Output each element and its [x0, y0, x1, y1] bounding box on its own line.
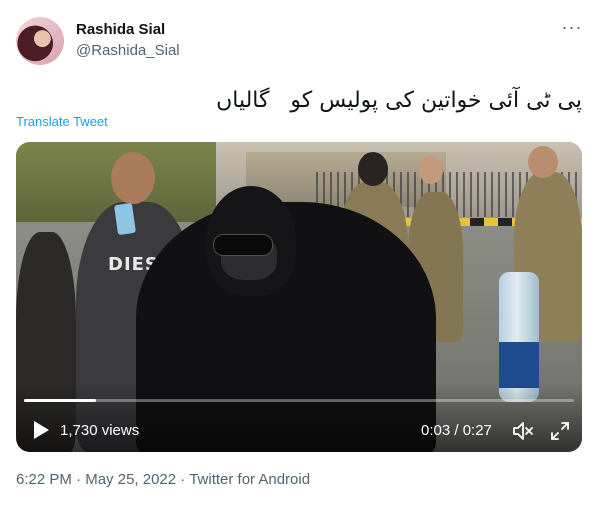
- more-options-icon[interactable]: ···: [558, 18, 586, 40]
- tweet-text: پی ٹی آئی خواتین کی پولیس کو گالیاں: [216, 88, 582, 113]
- video-player[interactable]: DIESEL 1,730 views 0:03 / 0:27: [16, 142, 582, 452]
- tweet-meta: 6:22 PM · May 25, 2022 · Twitter for And…: [16, 471, 310, 488]
- meta-separator: ·: [176, 471, 190, 488]
- view-count: 1,730 views: [60, 422, 140, 439]
- meta-separator: ·: [71, 471, 86, 488]
- play-icon[interactable]: [32, 420, 50, 440]
- fullscreen-icon[interactable]: [549, 420, 571, 442]
- tweet-date[interactable]: May 25, 2022: [85, 471, 176, 488]
- scene-sunglasses: [213, 234, 273, 256]
- translate-tweet-link[interactable]: Translate Tweet: [16, 114, 108, 129]
- tweet-time[interactable]: 6:22 PM: [16, 471, 72, 488]
- scene-head: [111, 152, 155, 204]
- video-progress-bar[interactable]: [24, 399, 574, 402]
- avatar[interactable]: [16, 17, 64, 65]
- video-time: 0:03 / 0:27: [421, 422, 492, 439]
- scene-head: [358, 152, 388, 186]
- tweet-source[interactable]: Twitter for Android: [189, 471, 310, 488]
- display-name[interactable]: Rashida Sial: [76, 21, 165, 38]
- scene-head: [419, 156, 443, 184]
- volume-icon[interactable]: [512, 420, 534, 442]
- video-controls-overlay: [16, 382, 582, 452]
- user-handle[interactable]: @Rashida_Sial: [76, 42, 180, 59]
- scene-head: [528, 146, 558, 178]
- tweet: Rashida Sial @Rashida_Sial ··· پی ٹی آئی…: [0, 0, 602, 510]
- video-progress-fill: [24, 399, 96, 402]
